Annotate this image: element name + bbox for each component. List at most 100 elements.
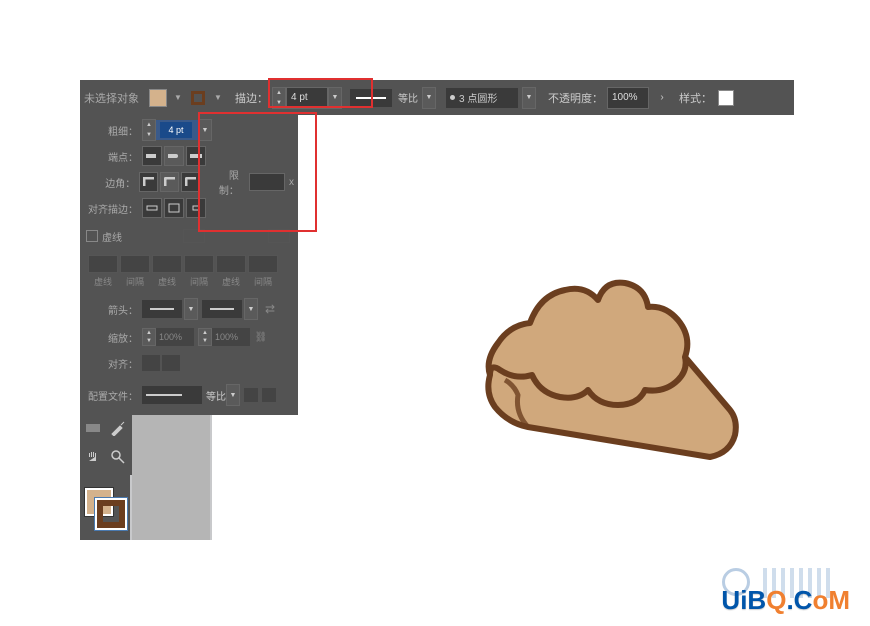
scale-end-stepper[interactable]: ▲ ▼: [198, 328, 212, 346]
dash-checkbox[interactable]: [86, 230, 98, 242]
profile-label: 等比: [398, 90, 418, 105]
profile-dropdown[interactable]: ▼: [422, 87, 436, 109]
stroke-swatch[interactable]: [97, 500, 125, 528]
stroke-weight-field[interactable]: 4 pt: [286, 87, 328, 109]
eyedropper-tool[interactable]: [107, 417, 129, 439]
arrow-start-select[interactable]: [142, 300, 182, 318]
cap-projecting-button[interactable]: [186, 146, 206, 166]
gradient-icon: [85, 420, 101, 436]
corner-miter-icon: [143, 177, 155, 187]
corner-bevel-button[interactable]: [181, 172, 200, 192]
profile-line-icon: [356, 97, 386, 99]
align-outside-icon: [190, 203, 202, 213]
chevron-down-icon[interactable]: ▼: [199, 337, 211, 345]
watermark-text-om: oM: [812, 585, 850, 616]
dash-label: 虚线: [102, 229, 122, 244]
dash-input-1[interactable]: [88, 255, 118, 273]
limit-field[interactable]: [249, 173, 285, 191]
limit-x: x: [289, 177, 294, 188]
cap-round-button[interactable]: [164, 146, 184, 166]
dash-label-4: 间隔: [184, 275, 214, 288]
align-inside-button[interactable]: [164, 198, 184, 218]
stroke-profile-select[interactable]: [350, 89, 392, 107]
brush-preset-text: 3 点圆形: [459, 90, 497, 105]
cap-label: 端点：: [84, 149, 138, 164]
swatch-stack: [85, 488, 125, 528]
stroke-color-swatch[interactable]: [189, 89, 207, 107]
scale-end-group: ▲ ▼ 100%: [198, 328, 250, 346]
stroke-weight-dropdown[interactable]: ▼: [328, 87, 342, 109]
flip-h-icon[interactable]: [244, 388, 258, 402]
brush-preset-select[interactable]: 3 点圆形: [446, 88, 518, 108]
dash-label-6: 间隔: [248, 275, 278, 288]
weight-stepper[interactable]: ▲ ▼: [142, 119, 156, 141]
gradient-tool[interactable]: [82, 417, 104, 439]
chevron-up-icon[interactable]: ▲: [143, 120, 155, 130]
align-center-icon: [146, 203, 158, 213]
chevron-up-icon[interactable]: ▲: [273, 88, 285, 98]
chevron-up-icon[interactable]: ▲: [143, 329, 155, 337]
weight-field[interactable]: 4 pt: [156, 120, 198, 140]
corner-row: 边角： 限制： x: [80, 169, 298, 195]
weight-input-group: ▲ ▼ 4 pt ▼: [142, 119, 212, 141]
opacity-label: 不透明度：: [548, 90, 603, 106]
gap-input-2[interactable]: [184, 255, 214, 273]
stroke-panel: 粗细： ▲ ▼ 4 pt ▼ 端点：: [80, 115, 298, 415]
chevron-down-icon[interactable]: ▼: [143, 337, 155, 345]
dash-preserve-icon[interactable]: [183, 229, 205, 243]
dash-inputs-row: [80, 255, 298, 273]
weight-row: 粗细： ▲ ▼ 4 pt ▼: [80, 117, 298, 143]
color-swatches: [80, 475, 130, 540]
watermark-text-1: UiB: [721, 585, 766, 615]
dash-input-2[interactable]: [152, 255, 182, 273]
corner-round-button[interactable]: [160, 172, 179, 192]
align-center-button[interactable]: [142, 198, 162, 218]
zoom-tool[interactable]: [107, 446, 129, 468]
stroke-weight-stepper[interactable]: ▲ ▼: [272, 87, 286, 109]
watermark-text-dot: .: [786, 585, 793, 615]
dash-label-1: 虚线: [88, 275, 118, 288]
selection-status: 未选择对象: [84, 90, 139, 106]
style-label: 样式：: [679, 90, 712, 106]
chevron-up-icon[interactable]: ▲: [199, 329, 211, 337]
scale-end-field[interactable]: 100%: [212, 328, 250, 346]
corner-miter-button[interactable]: [139, 172, 158, 192]
hand-icon: [85, 449, 101, 465]
gap-input-1[interactable]: [120, 255, 150, 273]
brush-dropdown[interactable]: ▼: [522, 87, 536, 109]
link-icon[interactable]: ⛓: [254, 330, 268, 344]
flip-v-icon[interactable]: [262, 388, 276, 402]
chevron-down-icon[interactable]: ▼: [143, 130, 155, 140]
stroke-dropdown-icon[interactable]: ▼: [211, 91, 225, 105]
arrow-align-tip-button[interactable]: [162, 355, 180, 371]
cap-butt-icon: [146, 151, 158, 161]
dash-input-3[interactable]: [216, 255, 246, 273]
cloud-artwork[interactable]: [470, 265, 740, 485]
chevron-down-icon[interactable]: ▼: [273, 98, 285, 108]
corner-label: 边角：: [84, 175, 135, 190]
arrow-align-extend-button[interactable]: [142, 355, 160, 371]
swap-arrow-icon[interactable]: ⇄: [262, 301, 278, 317]
arrow-end-select[interactable]: [202, 300, 242, 318]
style-swatch[interactable]: [718, 90, 734, 106]
weight-dropdown[interactable]: ▼: [198, 119, 212, 141]
arrow-end-dropdown[interactable]: ▼: [244, 298, 258, 320]
scale-label: 缩放：: [84, 330, 138, 345]
profile-panel-dropdown[interactable]: ▼: [226, 384, 240, 406]
scale-start-stepper[interactable]: ▲ ▼: [142, 328, 156, 346]
profile-select[interactable]: [142, 386, 202, 404]
align-outside-button[interactable]: [186, 198, 206, 218]
fill-color-swatch[interactable]: [149, 89, 167, 107]
arrow-start-dropdown[interactable]: ▼: [184, 298, 198, 320]
scale-start-field[interactable]: 100%: [156, 328, 194, 346]
hand-tool[interactable]: [82, 446, 104, 468]
align-stroke-row: 对齐描边：: [80, 195, 298, 221]
opacity-field[interactable]: 100%: [607, 87, 649, 109]
gap-input-3[interactable]: [248, 255, 278, 273]
expand-icon[interactable]: ›: [657, 91, 667, 105]
dash-align-icon[interactable]: [268, 229, 290, 243]
fill-dropdown-icon[interactable]: ▼: [171, 91, 185, 105]
cap-butt-button[interactable]: [142, 146, 162, 166]
app-window: 未选择对象 ▼ ▼ 描边： ▲ ▼ 4 pt ▼ 等比 ▼ 3 点圆形 ▼ 不透…: [80, 80, 794, 540]
profile-file-label: 配置文件：: [84, 388, 138, 403]
